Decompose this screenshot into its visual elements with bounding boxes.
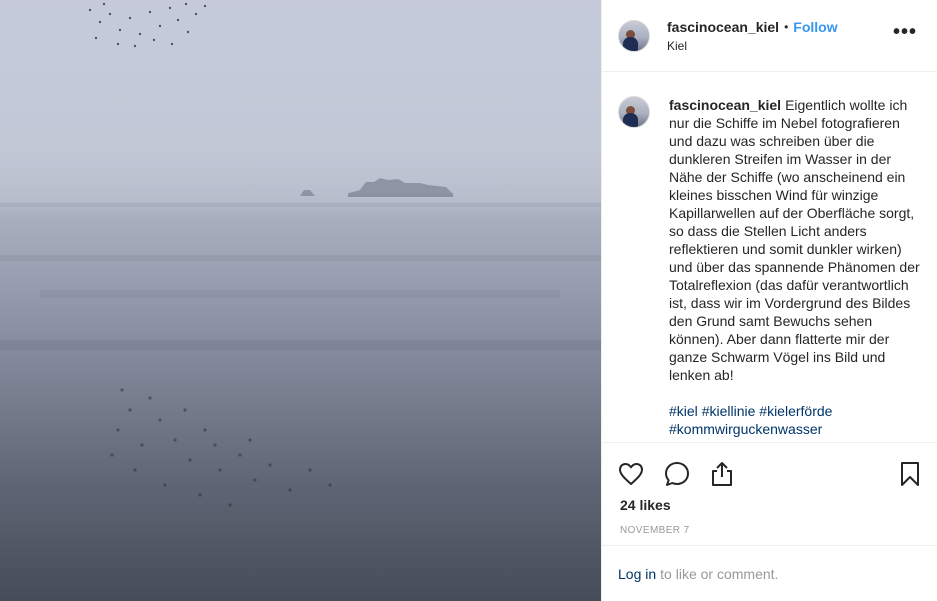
post-side-panel: fascinocean_kiel • Follow Kiel ••• fasci… — [601, 0, 937, 601]
hashtag-link[interactable]: #kiel — [669, 403, 698, 419]
avatar-body — [623, 36, 638, 51]
comment-icon[interactable] — [664, 461, 690, 487]
comments-area[interactable]: fascinocean_kiel Eigentlich wollte ich nu… — [602, 72, 937, 443]
foggy-sea-image — [0, 0, 601, 507]
more-options-icon[interactable]: ••• — [893, 22, 917, 45]
post-header: fascinocean_kiel • Follow Kiel ••• — [602, 0, 937, 72]
share-icon[interactable] — [710, 461, 734, 487]
login-link[interactable]: Log in — [618, 566, 656, 582]
login-prompt-text: to like or comment. — [660, 565, 779, 582]
hashtag-link[interactable]: #kommwirguckenwasser — [669, 421, 822, 437]
login-prompt: Log in to like or comment. — [602, 545, 937, 601]
header-text: fascinocean_kiel • Follow Kiel — [667, 19, 893, 53]
hashtags: #kiel #kiellinie #kielerförde #kommwirgu… — [669, 402, 921, 438]
bookmark-icon[interactable] — [899, 461, 921, 487]
caption: fascinocean_kiel Eigentlich wollte ich nu… — [669, 96, 921, 442]
avatar[interactable] — [618, 96, 650, 128]
hashtag-link[interactable]: #kiellinie — [702, 403, 756, 419]
heart-icon[interactable] — [618, 462, 644, 486]
post-date[interactable]: NOVEMBER 7 — [602, 513, 937, 536]
separator-dot: • — [784, 19, 789, 34]
caption-username-link[interactable]: fascinocean_kiel — [669, 97, 781, 113]
post-photo[interactable] — [0, 0, 601, 601]
location-link[interactable]: Kiel — [667, 39, 893, 53]
header-row: fascinocean_kiel • Follow — [667, 19, 893, 35]
caption-text: Eigentlich wollte ich nur die Schiffe im… — [669, 97, 920, 383]
likes-count[interactable]: 24 likes — [602, 493, 937, 513]
avatar-body — [623, 113, 638, 127]
follow-button[interactable]: Follow — [793, 19, 837, 35]
avatar[interactable] — [618, 19, 650, 52]
action-bar — [602, 443, 937, 493]
username-link[interactable]: fascinocean_kiel — [667, 19, 779, 35]
hashtag-link[interactable]: #kielerförde — [759, 403, 832, 419]
